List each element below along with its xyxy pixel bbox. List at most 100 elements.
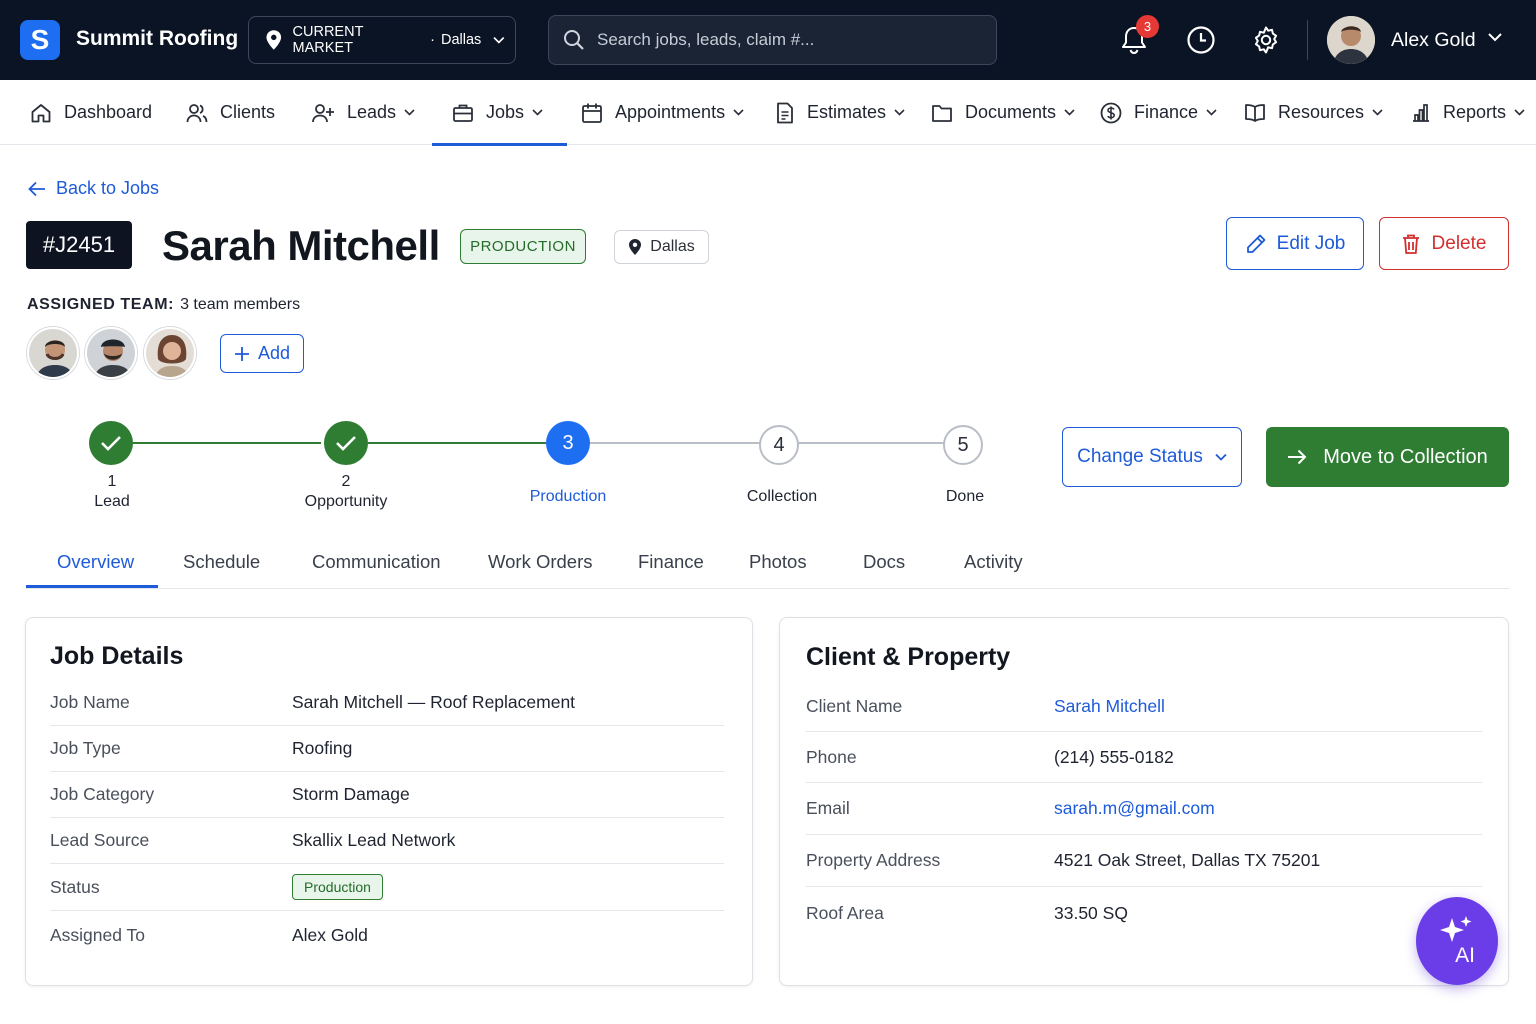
nav-estimates[interactable]: Estimates [775,80,905,145]
plus-icon [234,346,249,361]
nav-documents[interactable]: Documents [931,80,1075,145]
settings-button[interactable] [1248,22,1284,58]
chevron-down-icon [493,36,505,44]
step-opportunity-label: 2 Opportunity [286,472,406,512]
trash-icon [1402,234,1419,254]
tab-work-orders[interactable]: Work Orders [488,551,593,573]
search-bar[interactable] [548,15,997,65]
app-logo[interactable]: S [20,20,60,60]
row-value: Storm Damage [292,784,410,804]
folder-icon [932,104,952,122]
team-member-avatar[interactable] [85,327,137,379]
nav-reports[interactable]: Reports [1411,80,1525,145]
stage-badge: PRODUCTION [460,229,586,264]
job-details-title: Job Details [50,642,184,670]
user-name[interactable]: Alex Gold [1391,29,1476,52]
team-member-avatar[interactable] [27,327,79,379]
nav-label: Finance [1134,102,1199,122]
nav-clients[interactable]: Clients [186,80,275,145]
brand-name: Summit Roofing [76,27,239,50]
delete-button[interactable]: Delete [1379,217,1509,270]
add-team-member-button[interactable]: Add [220,334,304,373]
tab-communication[interactable]: Communication [312,551,441,573]
row-value: Skallix Lead Network [292,830,456,850]
step-lead[interactable] [89,421,133,465]
document-icon [777,102,793,123]
nav-label: Documents [965,102,1057,122]
chevron-down-icon [1372,109,1383,116]
tab-activity[interactable]: Activity [964,551,1023,573]
map-pin-icon [629,239,642,255]
tab-schedule[interactable]: Schedule [183,551,260,573]
nav-label: Jobs [486,102,525,122]
step-opportunity[interactable] [324,421,368,465]
change-status-label: Change Status [1077,446,1203,467]
step-number: 2 [341,473,351,490]
step-production-label: Production [529,488,607,505]
search-input[interactable] [597,30,977,50]
edit-job-button[interactable]: Edit Job [1226,217,1364,270]
step-name: Opportunity [304,493,388,510]
step-connector [798,442,944,444]
nav-dashboard[interactable]: Dashboard [30,80,152,145]
chevron-down-icon [1514,109,1525,116]
row-label: Roof Area [806,902,884,923]
row-label: Assigned To [50,924,146,945]
home-icon [31,103,51,122]
page-title: Sarah Mitchell [162,222,440,269]
nav-jobs[interactable]: Jobs [431,80,568,146]
step-collection[interactable]: 4 [759,425,799,465]
table-row: Email sarah.m@gmail.com [806,783,1482,835]
tab-docs[interactable]: Docs [863,551,905,573]
chevron-down-icon [1064,109,1075,116]
nav-leads[interactable]: Leads [311,80,415,145]
table-row: Status Production [50,864,724,911]
team-member-avatar[interactable] [144,327,196,379]
arrow-right-icon [1288,449,1307,465]
search-icon [564,30,584,50]
nav-finance[interactable]: Finance [1100,80,1217,145]
tab-overview[interactable]: Overview [57,551,134,573]
main-nav: Dashboard Clients Leads Jobs Appointment… [0,80,1536,146]
ai-assistant-button[interactable]: AI [1416,897,1498,985]
change-status-button[interactable]: Change Status [1062,427,1242,487]
table-row: Lead Source Skallix Lead Network [50,818,724,864]
row-value: Roofing [292,738,353,758]
assigned-team-label: ASSIGNED TEAM: 3 team members [27,296,300,314]
nav-appointments[interactable]: Appointments [581,80,744,145]
row-label: Phone [806,746,857,767]
phone-value: (214) 555-0182 [1054,746,1174,767]
delete-label: Delete [1431,232,1487,254]
row-label: Lead Source [50,830,150,850]
job-details-card: Job Details Job Name Sarah Mitchell — Ro… [25,617,753,986]
step-done[interactable]: 5 [943,425,983,465]
tab-photos[interactable]: Photos [749,551,807,573]
market-label: CURRENT MARKET [292,24,364,56]
address-value: 4521 Oak Street, Dallas TX 75201 [1054,850,1321,870]
nav-label: Appointments [615,102,726,122]
gear-icon [1254,26,1278,54]
email-link[interactable]: sarah.m@gmail.com [1054,798,1215,819]
back-to-jobs-link[interactable]: Back to Jobs [28,178,159,199]
nav-resources[interactable]: Resources [1244,80,1383,145]
step-number: 1 [107,473,117,490]
table-row: Roof Area 33.50 SQ [806,887,1482,939]
nav-label: Leads [347,102,397,122]
check-icon [101,436,121,451]
briefcase-icon [453,104,473,122]
chevron-down-icon[interactable] [1487,32,1503,42]
market-selector[interactable]: CURRENT MARKET · Dallas [248,16,516,64]
history-button[interactable] [1183,22,1219,58]
client-name-link[interactable]: Sarah Mitchell [1054,696,1165,717]
team-count: 3 team members [180,296,301,313]
row-label: Email [806,798,850,818]
move-to-collection-button[interactable]: Move to Collection [1266,427,1509,487]
chevron-down-icon [894,109,905,116]
ai-label: AI [1455,944,1475,967]
notification-badge: 3 [1136,15,1159,38]
step-production[interactable]: 3 [546,421,590,465]
tab-finance[interactable]: Finance [638,551,704,573]
user-avatar[interactable] [1327,16,1375,64]
step-connector [590,442,760,444]
edit-job-label: Edit Job [1276,232,1346,254]
